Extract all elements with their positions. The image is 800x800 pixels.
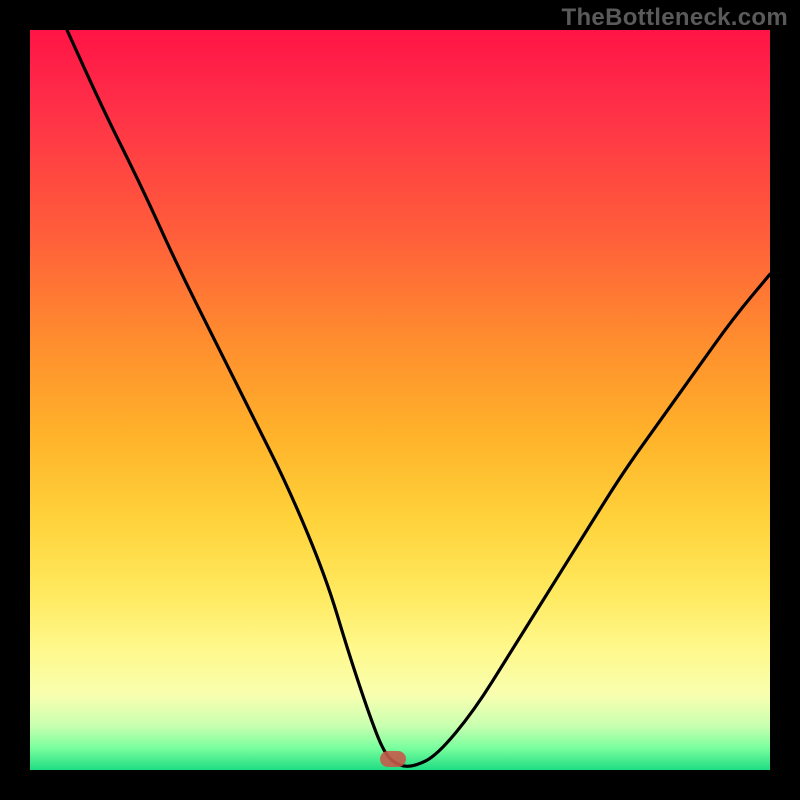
bottleneck-curve bbox=[30, 30, 770, 770]
optimal-marker bbox=[380, 751, 406, 767]
chart-frame: TheBottleneck.com bbox=[0, 0, 800, 800]
watermark-text: TheBottleneck.com bbox=[562, 4, 788, 32]
plot-area bbox=[30, 30, 770, 770]
